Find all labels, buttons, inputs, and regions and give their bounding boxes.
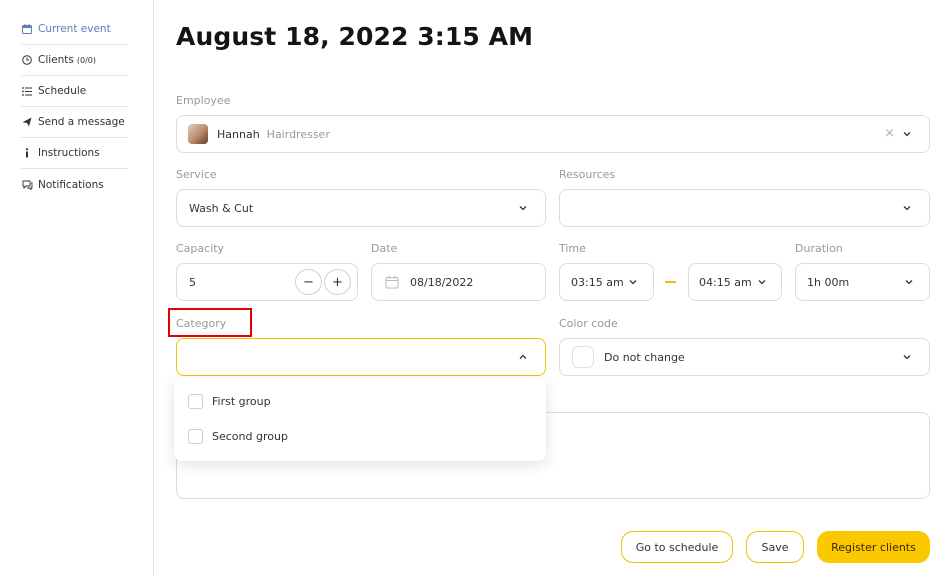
sidebar-item-schedule[interactable]: Schedule xyxy=(21,76,128,107)
list-icon xyxy=(21,85,33,97)
color-swatch xyxy=(572,346,594,368)
go-to-schedule-button[interactable]: Go to schedule xyxy=(621,531,733,563)
category-label-highlight xyxy=(168,308,252,337)
capacity-label: Capacity xyxy=(176,242,225,255)
sidebar-item-send-message[interactable]: Send a message xyxy=(21,107,128,138)
chevron-down-icon xyxy=(903,206,911,211)
employee-role: Hairdresser xyxy=(266,127,330,141)
sidebar-item-label: Send a message xyxy=(38,116,125,128)
sidebar-item-current-event[interactable]: Current event xyxy=(21,14,128,45)
category-dropdown-menu: First group Second group xyxy=(174,377,546,461)
decrement-button[interactable]: − xyxy=(295,269,322,295)
employee-label: Employee xyxy=(176,94,231,107)
service-value: Wash & Cut xyxy=(189,201,254,215)
chevron-down-icon xyxy=(519,206,527,211)
chevron-up-icon xyxy=(519,354,527,359)
chevron-down-icon xyxy=(903,355,911,360)
duration-select[interactable]: 1h 00m xyxy=(795,263,930,301)
employee-name: Hannah xyxy=(217,127,260,141)
duration-value: 1h 00m xyxy=(807,275,850,289)
sidebar-item-notifications[interactable]: Notifications xyxy=(21,169,128,200)
checkbox[interactable] xyxy=(188,429,203,444)
time-start-value: 03:15 am xyxy=(571,275,624,289)
page-title: August 18, 2022 3:15 AM xyxy=(176,22,534,51)
chevron-down-icon xyxy=(905,280,913,285)
service-label: Service xyxy=(176,168,217,181)
send-icon xyxy=(21,116,33,128)
register-clients-button[interactable]: Register clients xyxy=(817,531,930,563)
color-code-select[interactable]: Do not change xyxy=(559,338,930,376)
time-start-select[interactable]: 03:15 am xyxy=(559,263,654,301)
resources-select[interactable] xyxy=(559,189,930,227)
sidebar-item-label: Schedule xyxy=(38,85,87,97)
color-code-value: Do not change xyxy=(604,350,685,364)
calendar-icon xyxy=(21,23,33,35)
option-label: First group xyxy=(212,395,271,408)
increment-button[interactable]: + xyxy=(324,269,351,295)
time-end-value: 04:15 am xyxy=(699,275,752,289)
date-label: Date xyxy=(371,242,398,255)
capacity-value: 5 xyxy=(189,275,196,289)
color-code-label: Color code xyxy=(559,317,618,330)
sidebar-item-label: Clients xyxy=(38,54,74,66)
employee-select[interactable]: Hannah Hairdresser ✕ xyxy=(176,115,930,153)
clients-count: (0/0) xyxy=(76,55,96,65)
service-select[interactable]: Wash & Cut xyxy=(176,189,546,227)
calendar-icon xyxy=(385,275,399,289)
capacity-stepper[interactable]: 5 − + xyxy=(176,263,358,301)
duration-label: Duration xyxy=(795,242,843,255)
sidebar-item-label: Instructions xyxy=(38,147,100,159)
chevron-down-icon xyxy=(758,280,766,285)
time-range-separator xyxy=(665,281,676,283)
category-option-second-group[interactable]: Second group xyxy=(188,429,288,444)
option-label: Second group xyxy=(212,430,288,443)
info-icon xyxy=(21,147,33,159)
sidebar-item-label: Current event xyxy=(38,23,111,35)
resources-label: Resources xyxy=(559,168,616,181)
sidebar-item-clients[interactable]: Clients (0/0) xyxy=(21,45,128,76)
chat-icon xyxy=(21,179,33,191)
clear-icon[interactable]: ✕ xyxy=(884,127,895,142)
save-button[interactable]: Save xyxy=(746,531,804,563)
checkbox[interactable] xyxy=(188,394,203,409)
sidebar-item-instructions[interactable]: Instructions xyxy=(21,138,128,169)
avatar xyxy=(188,124,208,144)
clock-icon xyxy=(21,54,33,66)
sidebar: Current event Clients (0/0) Schedule Sen… xyxy=(0,0,154,576)
time-end-select[interactable]: 04:15 am xyxy=(688,263,782,301)
time-label: Time xyxy=(559,242,586,255)
chevron-down-icon xyxy=(903,132,911,137)
date-value: 08/18/2022 xyxy=(410,275,474,289)
category-option-first-group[interactable]: First group xyxy=(188,394,271,409)
chevron-down-icon xyxy=(629,280,637,285)
date-field[interactable]: 08/18/2022 xyxy=(371,263,546,301)
category-select[interactable] xyxy=(176,338,546,376)
sidebar-item-label: Notifications xyxy=(38,178,104,191)
